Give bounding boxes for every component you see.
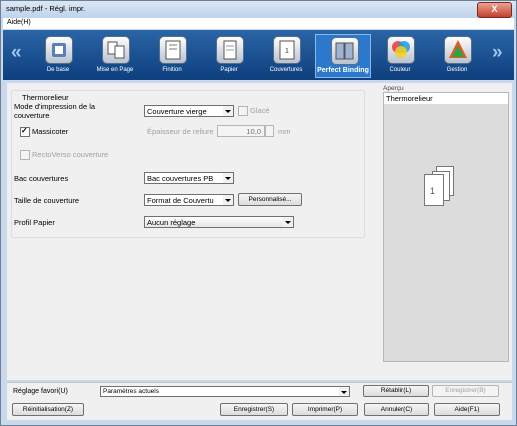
profil-papier-value: Aucun réglage xyxy=(147,218,196,227)
reglage-favori-label: Réglage favori(U) xyxy=(13,388,68,395)
epaisseur-value: 10,0 xyxy=(246,127,261,136)
tab-label: Perfect Binding xyxy=(317,67,369,74)
reinitialisation-button[interactable]: Réinitialisation(Z) xyxy=(12,403,84,416)
taille-couverture-label: Taille de couverture xyxy=(14,196,80,205)
enregistrer-label: Enregistrer(S) xyxy=(233,406,275,413)
tab-couvertures[interactable]: 1 Couvertures xyxy=(260,34,312,78)
epaisseur-input[interactable]: 10,0 xyxy=(217,125,265,137)
massicoter-checkbox[interactable] xyxy=(20,126,30,137)
tab-strip: « De base Mise en Page Finition Papier 1… xyxy=(3,30,514,80)
color-icon xyxy=(387,36,415,64)
tab-gestion[interactable]: Gestion xyxy=(431,34,483,78)
massicoter-label: Massicoter xyxy=(32,127,69,136)
menu-bar: Aide(H) xyxy=(3,18,514,29)
tab-label: Couleur xyxy=(389,67,411,73)
personnalise-button[interactable]: Personnalisé... xyxy=(238,193,302,206)
retablir-button[interactable]: Rétablir(L) xyxy=(363,385,429,397)
mode-impression-select[interactable]: Couverture vierge xyxy=(144,105,234,117)
reglage-favori-value: Paramètres actuels xyxy=(103,388,159,395)
preview-title-bar: Thermorelieur xyxy=(384,93,508,104)
print-settings-window: sample.pdf - Régl. impr. X Aide(H) « De … xyxy=(0,0,517,426)
aide-button[interactable]: Aide(F1) xyxy=(434,403,500,416)
tab-couleur[interactable]: Couleur xyxy=(374,34,426,78)
settings-panel: Thermorelieur Mode d'impression de la co… xyxy=(7,83,512,380)
divider xyxy=(7,382,512,383)
chevron-down-icon xyxy=(223,106,233,116)
epaisseur-label: Épaisseur de reliure xyxy=(147,127,214,136)
bac-couvertures-label: Bac couvertures xyxy=(14,174,69,183)
enregistrer-favori-button[interactable]: Enregistrer(B) xyxy=(432,385,499,397)
chevron-down-icon xyxy=(283,217,293,227)
perfect-binding-icon xyxy=(331,37,359,65)
group-legend: Thermorelieur xyxy=(21,93,70,102)
tab-papier[interactable]: Papier xyxy=(203,34,255,78)
epaisseur-unit: mm xyxy=(278,127,291,136)
rectoverso-label: RectoVerso couverture xyxy=(32,150,109,159)
scroll-right-icon[interactable]: » xyxy=(492,42,503,64)
epaisseur-spinner[interactable] xyxy=(265,125,274,137)
bac-couvertures-value: Bac couvertures PB xyxy=(147,174,214,183)
annuler-label: Annuler(C) xyxy=(380,406,413,413)
tab-label: Finition xyxy=(162,67,182,73)
tab-mise-en-page[interactable]: Mise en Page xyxy=(89,34,141,78)
close-icon: X xyxy=(491,4,498,14)
menu-help[interactable]: Aide(H) xyxy=(7,19,31,26)
tab-label: De base xyxy=(46,67,70,73)
rectoverso-checkbox[interactable] xyxy=(20,150,30,160)
management-icon xyxy=(444,36,472,64)
svg-text:1: 1 xyxy=(285,48,289,55)
close-button[interactable]: X xyxy=(477,2,512,18)
chevron-down-icon xyxy=(223,195,233,205)
tab-perfect-binding[interactable]: Perfect Binding xyxy=(315,34,371,78)
annuler-button[interactable]: Annuler(C) xyxy=(364,403,429,416)
bac-couvertures-select[interactable]: Bac couvertures PB xyxy=(144,172,234,184)
tab-label: Papier xyxy=(220,67,238,73)
tab-de-base[interactable]: De base xyxy=(32,34,84,78)
chevron-down-icon xyxy=(339,387,349,396)
glace-checkbox[interactable] xyxy=(238,106,248,116)
imprimer-label: Imprimer(P) xyxy=(307,406,343,413)
chevron-down-icon xyxy=(223,173,233,183)
mode-impression-label: Mode d'impression de la couverture xyxy=(14,102,96,120)
scroll-left-icon[interactable]: « xyxy=(11,42,22,64)
paper-icon xyxy=(216,36,244,64)
glace-label: Glacé xyxy=(250,106,270,115)
personnalise-label: Personnalisé... xyxy=(248,196,292,203)
finishing-icon xyxy=(159,36,187,64)
profil-papier-label: Profil Papier xyxy=(14,218,55,227)
layout-icon xyxy=(102,36,130,64)
taille-couverture-value: Format de Couvertu xyxy=(147,196,214,205)
covers-icon: 1 xyxy=(273,36,301,64)
preview-title: Thermorelieur xyxy=(386,94,433,103)
tab-label: Couvertures xyxy=(269,67,303,73)
aide-label: Aide(F1) xyxy=(454,406,480,413)
window-title: sample.pdf - Régl. impr. xyxy=(6,4,86,13)
taille-couverture-select[interactable]: Format de Couvertu xyxy=(144,194,234,206)
imprimer-button[interactable]: Imprimer(P) xyxy=(292,403,358,416)
preview-page-1: 1 xyxy=(424,174,444,206)
reglage-favori-select[interactable]: Paramètres actuels xyxy=(100,386,350,397)
tab-finition[interactable]: Finition xyxy=(146,34,198,78)
tab-label: Gestion xyxy=(446,67,468,73)
preview-pane: Thermorelieur n 2 1 xyxy=(383,92,509,362)
thermorelieur-group: Thermorelieur Mode d'impression de la co… xyxy=(11,90,365,238)
title-bar: sample.pdf - Régl. impr. X xyxy=(1,1,516,18)
mode-impression-value: Couverture vierge xyxy=(147,107,207,116)
enregistrer-button[interactable]: Enregistrer(S) xyxy=(220,403,288,416)
preview-page-1-number: 1 xyxy=(430,186,436,196)
enregistrer-favori-label: Enregistrer(B) xyxy=(445,387,486,394)
basic-settings-icon xyxy=(45,36,73,64)
retablir-label: Rétablir(L) xyxy=(380,387,412,394)
bottom-bar: Réglage favori(U) Paramètres actuels Rét… xyxy=(7,382,512,420)
tab-label: Mise en Page xyxy=(96,67,134,73)
reinitialisation-label: Réinitialisation(Z) xyxy=(22,406,74,413)
preview-heading: Aperçu xyxy=(383,85,404,92)
profil-papier-select[interactable]: Aucun réglage xyxy=(144,216,294,228)
